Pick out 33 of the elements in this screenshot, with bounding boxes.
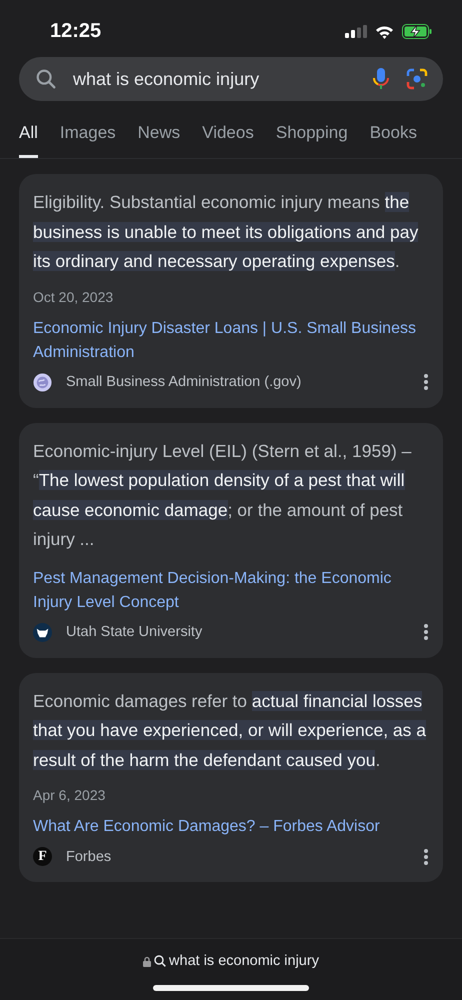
- search-field[interactable]: what is economic injury: [19, 57, 443, 101]
- signal-icon: [345, 25, 367, 38]
- source-name: Forbes: [66, 848, 112, 864]
- battery-charging-icon: [402, 24, 432, 39]
- lock-icon: [143, 956, 152, 966]
- result-link[interactable]: Economic Injury Disaster Loans | U.S. Small Business Administration: [33, 316, 429, 364]
- search-tab[interactable]: Books: [370, 121, 417, 158]
- search-tab[interactable]: Shopping: [276, 121, 348, 158]
- microphone-icon[interactable]: [373, 67, 389, 91]
- more-options-icon[interactable]: [423, 373, 429, 391]
- search-tab[interactable]: News: [138, 121, 180, 158]
- result-link[interactable]: Pest Management Decision-Making: the Economic Injury Level Concept: [33, 566, 429, 614]
- globe-icon: [33, 372, 52, 392]
- result-date: Oct 20, 2023: [33, 288, 114, 304]
- source-logo: F: [33, 847, 52, 866]
- more-options-icon[interactable]: [423, 848, 429, 866]
- result-snippet: Eligibility. Substantial economic injury means the business is unable to meet its obligations and pay its ordinary and necessary operating expenses.: [33, 191, 420, 273]
- search-icon: [35, 68, 57, 90]
- search-tab[interactable]: Images: [60, 121, 116, 158]
- result-date: Apr 6, 2023: [33, 787, 106, 803]
- search-tab[interactable]: All: [19, 121, 38, 158]
- result-link[interactable]: What Are Economic Damages? – Forbes Advisor: [33, 815, 429, 839]
- search-tab[interactable]: Videos: [202, 121, 254, 158]
- source-name: Utah State University: [66, 624, 204, 640]
- camera-lens-icon[interactable]: [405, 67, 429, 91]
- search-icon: [154, 955, 166, 967]
- more-options-icon[interactable]: [423, 623, 429, 641]
- result-snippet: Economic-injury Level (EIL) (Stern et al., 1959) – “The lowest population density of a pest that will cause economic damage; or the amount of pest injury ...: [33, 440, 412, 551]
- source-name: Small Business Administration (.gov): [66, 374, 302, 390]
- result-snippet: Economic damages refer to actual financial losses that you have experienced, or will experience, as a result of the harm the defendant caused you.: [33, 690, 428, 772]
- wifi-icon: [375, 24, 394, 38]
- status-time: 12:25: [50, 20, 102, 43]
- address-bar-url[interactable]: what is economic injury: [169, 953, 319, 969]
